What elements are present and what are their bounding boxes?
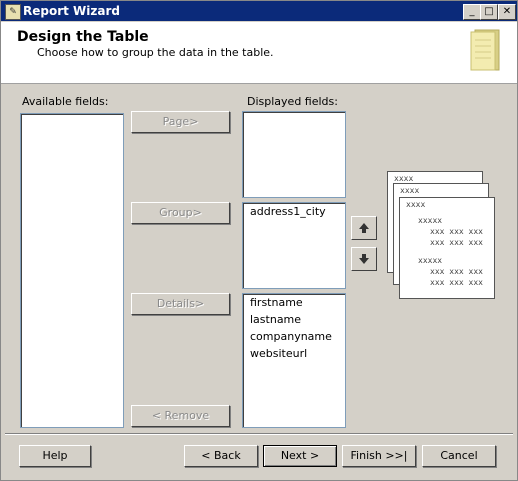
detail-field-item[interactable]: websiteurl [243,345,345,362]
window-title: Report Wizard [23,4,120,18]
arrow-up-icon [359,223,369,233]
detail-field-item[interactable]: lastname [243,311,345,328]
wizard-app-icon: ✎ [5,4,21,20]
page-button[interactable]: Page> [131,111,230,133]
report-wizard-window: ✎ Report Wizard _ □ ✕ Design the Table C… [0,0,518,481]
available-fields-list[interactable] [20,113,124,428]
group-fields-list[interactable]: address1_city [242,202,346,289]
detail-field-item[interactable]: companyname [243,328,345,345]
detail-fields-list[interactable]: firstname lastname companyname websiteur… [242,293,346,428]
page-fields-list[interactable] [242,111,346,198]
cancel-button[interactable]: Cancel [422,445,496,467]
wizard-header: Design the Table Choose how to group the… [1,22,517,84]
page-subtitle: Choose how to group the data in the tabl… [37,46,274,59]
group-field-item[interactable]: address1_city [243,203,345,220]
title-bar[interactable]: ✎ Report Wizard _ □ ✕ [1,1,517,21]
help-button[interactable]: Help [19,445,91,467]
preview-detail-card: xxxx xxxxx xxx xxx xxx xxx xxx xxx xxxxx… [399,197,495,299]
group-button[interactable]: Group> [131,202,230,224]
next-button[interactable]: Next > [263,445,337,467]
available-fields-label: Available fields: [22,95,109,108]
wizard-notes-icon [470,29,500,71]
detail-field-item[interactable]: firstname [243,294,345,311]
table-layout-preview: xxxx xxxx xxxx xxxxx xxx xxx xxx xxx xxx… [387,171,499,301]
details-button[interactable]: Details> [131,293,230,315]
back-button[interactable]: < Back [184,445,258,467]
footer-separator [5,433,513,435]
minimize-button[interactable]: _ [463,4,481,20]
finish-button[interactable]: Finish >>| [342,445,416,467]
move-up-button[interactable] [351,216,377,240]
close-button[interactable]: ✕ [498,4,516,20]
displayed-fields-label: Displayed fields: [247,95,338,108]
move-down-button[interactable] [351,247,377,271]
arrow-down-icon [359,254,369,264]
page-title: Design the Table [17,29,149,45]
remove-button[interactable]: < Remove [131,405,230,427]
maximize-button[interactable]: □ [480,4,498,20]
